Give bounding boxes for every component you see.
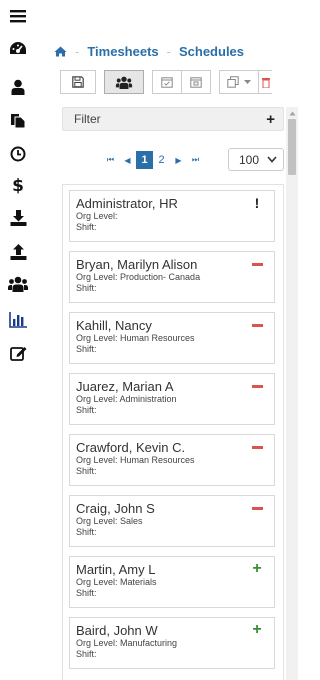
- download-icon[interactable]: [0, 204, 36, 232]
- employee-card[interactable]: Crawford, Kevin C. Org Level: Human Reso…: [69, 434, 275, 486]
- first-page-button[interactable]: ⏮: [102, 151, 119, 169]
- employee-shift: Shift:: [76, 222, 97, 232]
- employee-card[interactable]: Kahill, Nancy Org Level: Human Resources…: [69, 312, 275, 364]
- employee-name: Kahill, Nancy: [76, 318, 152, 333]
- breadcrumb-separator: -: [75, 43, 80, 59]
- filter-bar[interactable]: Filter +: [62, 107, 284, 131]
- prev-page-button[interactable]: ◀: [119, 151, 136, 169]
- remove-employee-icon[interactable]: [250, 439, 264, 455]
- employee-shift: Shift:: [76, 405, 97, 415]
- employee-card[interactable]: Martin, Amy L Org Level: Materials Shift…: [69, 556, 275, 608]
- filter-add-icon[interactable]: +: [266, 112, 275, 127]
- employee-name: Baird, John W: [76, 623, 158, 638]
- save-icon: [72, 76, 84, 88]
- remove-employee-icon[interactable]: [250, 317, 264, 333]
- employee-name: Martin, Amy L: [76, 562, 156, 577]
- chevron-down-icon: [267, 156, 277, 163]
- employee-org-level: Org Level: Human Resources: [76, 333, 195, 343]
- employee-card[interactable]: Craig, John S Org Level: Sales Shift:: [69, 495, 275, 547]
- caret-down-icon: [243, 80, 251, 84]
- users-icon[interactable]: [0, 270, 36, 298]
- toolbar: [60, 70, 272, 94]
- home-icon[interactable]: [54, 46, 67, 57]
- employee-name: Crawford, Kevin C.: [76, 440, 186, 455]
- remove-employee-icon[interactable]: [250, 378, 264, 394]
- page-1-button[interactable]: 1: [136, 151, 153, 169]
- pagination: ⏮ ◀ 1 2 ▶ ⏭: [102, 150, 204, 170]
- delete-button[interactable]: [258, 70, 272, 94]
- dashboard-icon[interactable]: [0, 35, 36, 63]
- employee-card[interactable]: Bryan, Marilyn Alison Org Level: Product…: [69, 251, 275, 303]
- employees-view-button[interactable]: [104, 70, 144, 94]
- documents-icon[interactable]: [0, 107, 36, 135]
- employee-org-level: Org Level: Production- Canada: [76, 272, 201, 282]
- employee-org-level: Org Level: Sales: [76, 516, 143, 526]
- copy-dropdown-button[interactable]: [219, 70, 259, 94]
- add-employee-icon[interactable]: +: [250, 621, 264, 638]
- dollar-icon[interactable]: $: [0, 171, 36, 199]
- main-panel: - Timesheets - Schedules Filter + ⏮ ◀ 1 …: [36, 0, 300, 680]
- users-icon: [115, 76, 133, 89]
- user-icon[interactable]: [0, 73, 36, 101]
- save-button[interactable]: [60, 70, 96, 94]
- copy-icon: [226, 76, 239, 88]
- add-employee-icon[interactable]: +: [250, 560, 264, 577]
- sidebar-nav: $: [0, 0, 36, 680]
- employee-name: Bryan, Marilyn Alison: [76, 257, 198, 272]
- menu-icon[interactable]: [0, 2, 36, 30]
- calendar-check-icon: [161, 77, 173, 88]
- employee-name: Craig, John S: [76, 501, 155, 516]
- upload-icon[interactable]: [0, 238, 36, 266]
- trash-icon: [262, 77, 270, 88]
- breadcrumb: - Timesheets - Schedules: [54, 40, 244, 62]
- employee-org-level: Org Level: Manufacturing: [76, 638, 178, 648]
- employee-name: Juarez, Marian A: [76, 379, 174, 394]
- remove-employee-icon[interactable]: [250, 256, 264, 272]
- last-page-button[interactable]: ⏭: [187, 151, 204, 169]
- svg-text:$: $: [12, 176, 24, 194]
- list-scrollbar[interactable]: [286, 107, 298, 680]
- employee-shift: Shift:: [76, 649, 97, 659]
- page-size-select[interactable]: 100: [228, 148, 284, 171]
- filter-label: Filter: [74, 112, 101, 126]
- scrollbar-thumb[interactable]: [288, 119, 296, 175]
- remove-employee-icon[interactable]: [250, 500, 264, 516]
- clock-icon[interactable]: [0, 140, 36, 168]
- employee-shift: Shift:: [76, 344, 97, 354]
- bar-chart-icon[interactable]: [0, 306, 36, 334]
- calendar-check-button[interactable]: [152, 70, 182, 94]
- employee-shift: Shift:: [76, 588, 97, 598]
- scroll-up-icon[interactable]: [286, 107, 298, 119]
- breadcrumb-timesheets[interactable]: Timesheets: [87, 44, 158, 59]
- page-2-button[interactable]: 2: [153, 151, 170, 169]
- employee-name: Administrator, HR: [76, 196, 178, 211]
- alert-icon[interactable]: !: [250, 195, 264, 211]
- employee-org-level: Org Level: Human Resources: [76, 455, 195, 465]
- edit-icon[interactable]: [0, 339, 36, 367]
- next-page-button[interactable]: ▶: [170, 151, 187, 169]
- page-size-value: 100: [239, 152, 260, 167]
- breadcrumb-schedules[interactable]: Schedules: [179, 44, 244, 59]
- employee-shift: Shift:: [76, 527, 97, 537]
- employee-card[interactable]: Juarez, Marian A Org Level: Administrati…: [69, 373, 275, 425]
- employee-shift: Shift:: [76, 466, 97, 476]
- employee-shift: Shift:: [76, 283, 97, 293]
- employee-org-level: Org Level: Administration: [76, 394, 177, 404]
- breadcrumb-separator: -: [166, 43, 171, 59]
- employee-org-level: Org Level: Materials: [76, 577, 157, 587]
- employee-card[interactable]: Baird, John W Org Level: Manufacturing S…: [69, 617, 275, 669]
- calendar-button[interactable]: [181, 70, 211, 94]
- employee-org-level: Org Level:: [76, 211, 118, 221]
- calendar-icon: [190, 77, 202, 88]
- employee-card[interactable]: Administrator, HR Org Level: Shift: !: [69, 190, 275, 242]
